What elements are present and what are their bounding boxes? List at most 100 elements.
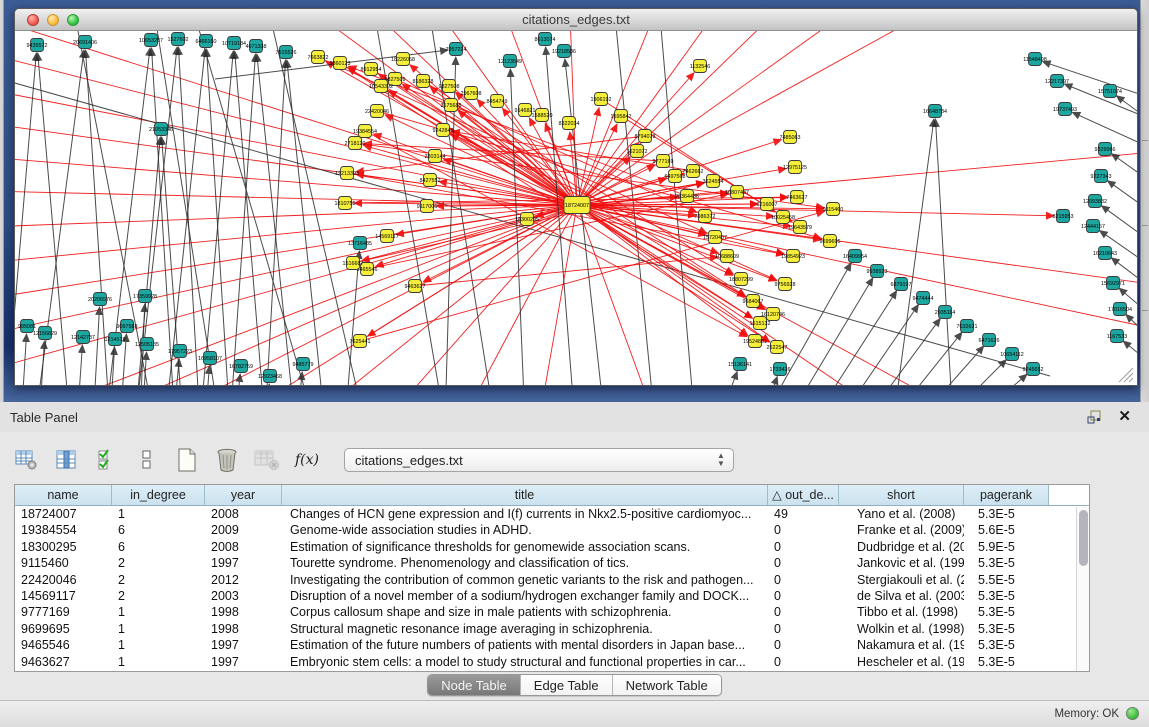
resize-grip[interactable] (1115, 365, 1135, 383)
column-header-year[interactable]: year (205, 485, 282, 505)
graph-node[interactable]: 9474444 (913, 292, 934, 305)
graph-node[interactable]: 22420046 (365, 105, 389, 118)
graph-node[interactable]: 12156829 (33, 327, 57, 340)
table-cell[interactable]: 0 (768, 539, 839, 555)
tab-node-table[interactable]: Node Table (428, 675, 521, 695)
new-table-icon[interactable] (174, 447, 200, 473)
graph-node[interactable]: 20691406 (73, 36, 97, 49)
table-cell[interactable]: 1997 (205, 654, 282, 670)
table-cell[interactable]: 2008 (205, 506, 282, 522)
table-cell[interactable]: Wolkin et al. (1998) (839, 621, 964, 637)
table-row[interactable]: 977716911998Corpus callosum shape and si… (15, 604, 1089, 620)
graph-node[interactable]: 12093832 (1083, 195, 1107, 208)
column-header-title[interactable]: title (282, 485, 768, 505)
graph-node[interactable]: 11548498 (1023, 53, 1047, 66)
graph-node[interactable]: 6471626 (979, 334, 1000, 347)
select-columns-icon[interactable] (94, 447, 120, 473)
graph-node[interactable]: 15692971 (1101, 277, 1125, 290)
table-cell[interactable]: 0 (768, 522, 839, 538)
collapsed-panel-edge-right[interactable] (1140, 0, 1149, 402)
row-height-icon[interactable] (134, 447, 160, 473)
graph-node[interactable]: 12975125 (783, 161, 807, 174)
table-cell[interactable]: 9465546 (15, 637, 112, 653)
collapsed-panel-edge-left[interactable] (0, 0, 4, 402)
table-cell[interactable]: 5.3E-5 (964, 604, 1049, 620)
close-panel-icon[interactable]: ✕ (1118, 407, 1131, 425)
graph-node[interactable]: 2803144 (425, 150, 446, 163)
table-cell[interactable]: 49 (768, 506, 839, 522)
table-cell[interactable]: 0 (768, 637, 839, 653)
table-cell[interactable]: 1 (112, 604, 205, 620)
column-settings-icon[interactable] (54, 447, 80, 473)
tab-network-table[interactable]: Network Table (613, 675, 721, 695)
table-row[interactable]: 1872400712008Changes of HCN gene express… (15, 506, 1089, 522)
graph-node[interactable]: 7663822 (308, 51, 329, 64)
graph-node[interactable]: 15751074 (1098, 85, 1122, 98)
table-cell[interactable]: de Silva et al. (2003) (839, 588, 964, 604)
graph-node[interactable]: 15136141 (728, 358, 752, 371)
graph-node[interactable]: 16210643 (1093, 247, 1117, 260)
graph-node[interactable]: 21053346 (149, 123, 173, 136)
column-header-in_degree[interactable]: in_degree (112, 485, 205, 505)
table-cell[interactable]: Stergiakouli et al. (2012) (839, 572, 964, 588)
table-cell[interactable]: 2 (112, 588, 205, 604)
float-panel-icon[interactable] (1087, 409, 1103, 425)
graph-node[interactable]: 8613074 (535, 33, 556, 46)
network-graph[interactable]: 1872400718300295986012389129541822605898… (15, 31, 1137, 385)
graph-hub-node[interactable]: 18724007 (564, 197, 590, 214)
table-row[interactable]: 911546021997Tourette syndrome. Phenomeno… (15, 555, 1089, 571)
graph-node[interactable]: 1527602 (168, 33, 189, 46)
table-cell[interactable]: Estimation of the future numbers of pati… (282, 637, 768, 653)
table-cell[interactable]: 1997 (205, 637, 282, 653)
graph-node[interactable]: 1733426 (770, 363, 791, 376)
delete-table-icon[interactable] (214, 447, 240, 473)
column-header-out_de[interactable]: △ out_de... (768, 485, 839, 505)
table-row[interactable]: 946362711997Embryonic stem cells: a mode… (15, 654, 1089, 670)
table-cell[interactable]: 18300295 (15, 539, 112, 555)
table-row[interactable]: 1456911722003Disruption of a novel membe… (15, 588, 1089, 604)
table-cell[interactable]: 2 (112, 555, 205, 571)
graph-node[interactable]: 9756928 (775, 278, 796, 291)
graph-node[interactable]: 9699695 (820, 235, 841, 248)
table-cell[interactable]: Estimation of significance thresholds fo… (282, 539, 768, 555)
graph-node[interactable]: 19218586 (552, 45, 576, 58)
table-cell[interactable]: 5.3E-5 (964, 654, 1049, 670)
table-cell[interactable]: 0 (768, 654, 839, 670)
table-cell[interactable]: 6 (112, 522, 205, 538)
table-cell[interactable]: 5.3E-5 (964, 621, 1049, 637)
table-cell[interactable]: 0 (768, 572, 839, 588)
table-cell[interactable]: 9777169 (15, 604, 112, 620)
table-row[interactable]: 969969511998Structural magnetic resonanc… (15, 621, 1089, 637)
table-cell[interactable]: Franke et al. (2009) (839, 522, 964, 538)
graph-node[interactable]: 1167533 (1107, 330, 1128, 343)
graph-node[interactable]: 17359928 (133, 290, 157, 303)
table-cell[interactable]: 1998 (205, 604, 282, 620)
table-cell[interactable]: Tibbo et al. (1998) (839, 604, 964, 620)
column-header-pagerank[interactable]: pagerank (964, 485, 1049, 505)
table-cell[interactable]: 0 (768, 588, 839, 604)
column-header-short[interactable]: short (839, 485, 964, 505)
graph-node[interactable]: 9777169 (653, 155, 674, 168)
vertical-scrollbar[interactable] (1076, 507, 1089, 671)
table-cell[interactable]: Jankovic et al. (1997) (839, 555, 964, 571)
table-cell[interactable]: 5.3E-5 (964, 637, 1049, 653)
table-cell[interactable]: 5.6E-5 (964, 522, 1049, 538)
table-cell[interactable]: Embryonic stem cells: a model to study s… (282, 654, 768, 670)
table-cell[interactable]: Disruption of a novel member of a sodium… (282, 588, 768, 604)
graph-node[interactable]: 9329966 (1095, 143, 1116, 156)
graph-node[interactable]: 8322034 (559, 117, 580, 130)
table-cell[interactable]: Nakamura et al. (1997) (839, 637, 964, 653)
graph-node[interactable]: 16648784 (923, 105, 947, 118)
graph-node[interactable]: 2522547 (767, 341, 788, 354)
graph-node[interactable]: 9097588 (117, 320, 138, 333)
graph-node[interactable]: 19737493 (1053, 103, 1077, 116)
table-cell[interactable]: 5.3E-5 (964, 555, 1049, 571)
graph-node[interactable]: 8215953 (1053, 210, 1074, 223)
graph-node[interactable]: 8427552 (420, 174, 441, 187)
table-cell[interactable]: 1 (112, 637, 205, 653)
table-cell[interactable]: 5.5E-5 (964, 572, 1049, 588)
table-cell[interactable]: 2003 (205, 588, 282, 604)
graph-node[interactable]: 2935114 (935, 306, 956, 319)
graph-node[interactable]: 20206576 (88, 293, 112, 306)
memory-status-icon[interactable] (1126, 707, 1139, 720)
